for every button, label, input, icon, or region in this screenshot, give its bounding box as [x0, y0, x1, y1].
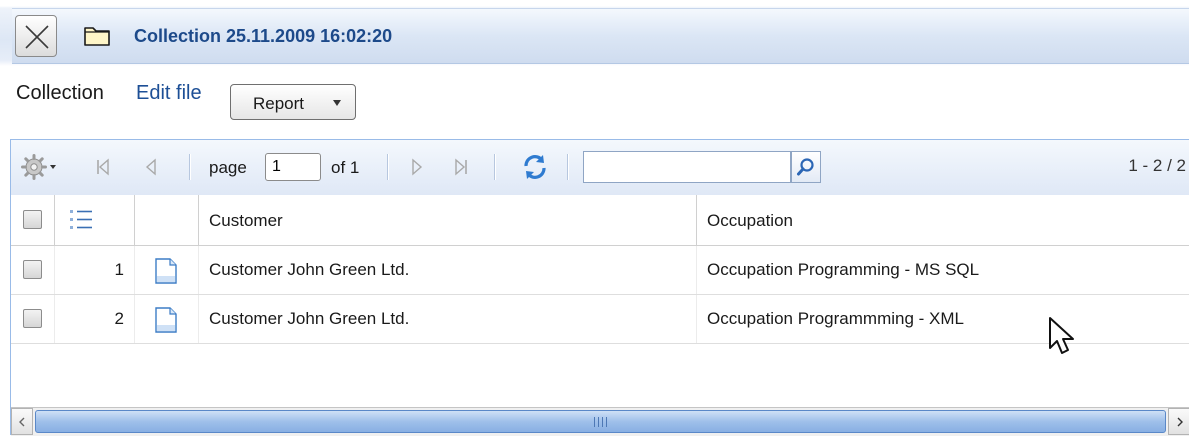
row-select-cell — [11, 295, 55, 343]
grid-toolbar: page of 1 1 - 2 / 2 — [11, 140, 1189, 196]
chevron-right-icon — [1177, 417, 1183, 427]
row-number: 1 — [114, 260, 124, 279]
chevron-left-icon — [19, 417, 25, 427]
previous-page-icon[interactable] — [144, 158, 158, 176]
customer-value: Customer John Green Ltd. — [209, 309, 410, 328]
chevron-down-icon — [333, 100, 341, 106]
toolbar-separator — [567, 154, 569, 180]
row-number-header[interactable] — [55, 195, 135, 245]
page-number-input[interactable] — [265, 153, 321, 181]
row-number-cell: 2 — [55, 295, 135, 343]
close-x-icon — [25, 25, 49, 49]
toolbar-separator — [387, 154, 389, 180]
page-count-label: of 1 — [331, 158, 360, 177]
grid-header-row: Customer Occupation — [11, 195, 1189, 246]
document-icon[interactable] — [152, 306, 180, 334]
toolbar-separator — [494, 154, 496, 180]
column-header-occupation[interactable]: Occupation — [697, 195, 1189, 245]
window-titlebar: Collection 25.11.2009 16:02:20 — [0, 0, 1189, 66]
occupation-cell: Occupation Programmming - XML — [697, 295, 1189, 343]
row-select-cell — [11, 246, 55, 294]
column-header-label: Occupation — [707, 211, 793, 230]
select-all-cell — [11, 195, 55, 245]
row-icon-cell — [135, 246, 199, 294]
occupation-value: Occupation Programming - MS SQL — [707, 260, 980, 279]
search-button[interactable] — [791, 151, 821, 183]
column-header-customer[interactable]: Customer — [199, 195, 697, 245]
data-grid: page of 1 1 - 2 / 2 — [10, 139, 1189, 436]
scroll-right-button[interactable] — [1168, 408, 1189, 435]
numbered-list-icon — [70, 210, 92, 229]
row-checkbox[interactable] — [23, 260, 42, 279]
menu-collection-label: Collection — [16, 82, 104, 104]
first-page-icon[interactable] — [95, 158, 111, 176]
row-number: 2 — [114, 309, 124, 328]
scrollbar-thumb[interactable] — [35, 410, 1166, 433]
toolbar-separator — [189, 154, 191, 180]
customer-value: Customer John Green Ltd. — [209, 260, 410, 279]
window-title: Collection 25.11.2009 16:02:20 — [134, 26, 393, 46]
page-label: page — [209, 158, 247, 177]
gear-icon[interactable] — [21, 154, 61, 180]
customer-cell: Customer John Green Ltd. — [199, 295, 697, 343]
refresh-icon[interactable] — [519, 151, 551, 183]
record-range: 1 - 2 / 2 — [1128, 156, 1186, 175]
icon-column-header — [135, 195, 199, 245]
select-all-checkbox[interactable] — [23, 210, 42, 229]
horizontal-scrollbar[interactable] — [11, 407, 1189, 436]
document-icon[interactable] — [152, 257, 180, 285]
next-page-icon[interactable] — [410, 158, 424, 176]
scroll-left-button[interactable] — [11, 408, 33, 435]
column-header-label: Customer — [209, 211, 283, 230]
row-icon-cell — [135, 295, 199, 343]
folder-icon — [84, 27, 110, 46]
grip-icon — [594, 417, 608, 427]
table-row[interactable]: 1 Customer John Green Ltd. Occupation Pr… — [11, 246, 1189, 295]
row-checkbox[interactable] — [23, 309, 42, 328]
occupation-value: Occupation Programmming - XML — [707, 309, 964, 328]
report-button-label: Report — [253, 94, 305, 113]
occupation-cell: Occupation Programming - MS SQL — [697, 246, 1189, 294]
report-dropdown-button[interactable]: Report — [230, 84, 356, 120]
table-row[interactable]: 2 Customer John Green Ltd. Occupation Pr… — [11, 295, 1189, 344]
customer-cell: Customer John Green Ltd. — [199, 246, 697, 294]
row-number-cell: 1 — [55, 246, 135, 294]
edit-file-link[interactable]: Edit file — [136, 82, 202, 105]
search-input[interactable] — [583, 151, 791, 183]
mouse-cursor-icon — [1049, 317, 1074, 354]
close-button[interactable] — [15, 15, 57, 57]
last-page-icon[interactable] — [453, 158, 469, 176]
search-icon — [797, 158, 814, 176]
